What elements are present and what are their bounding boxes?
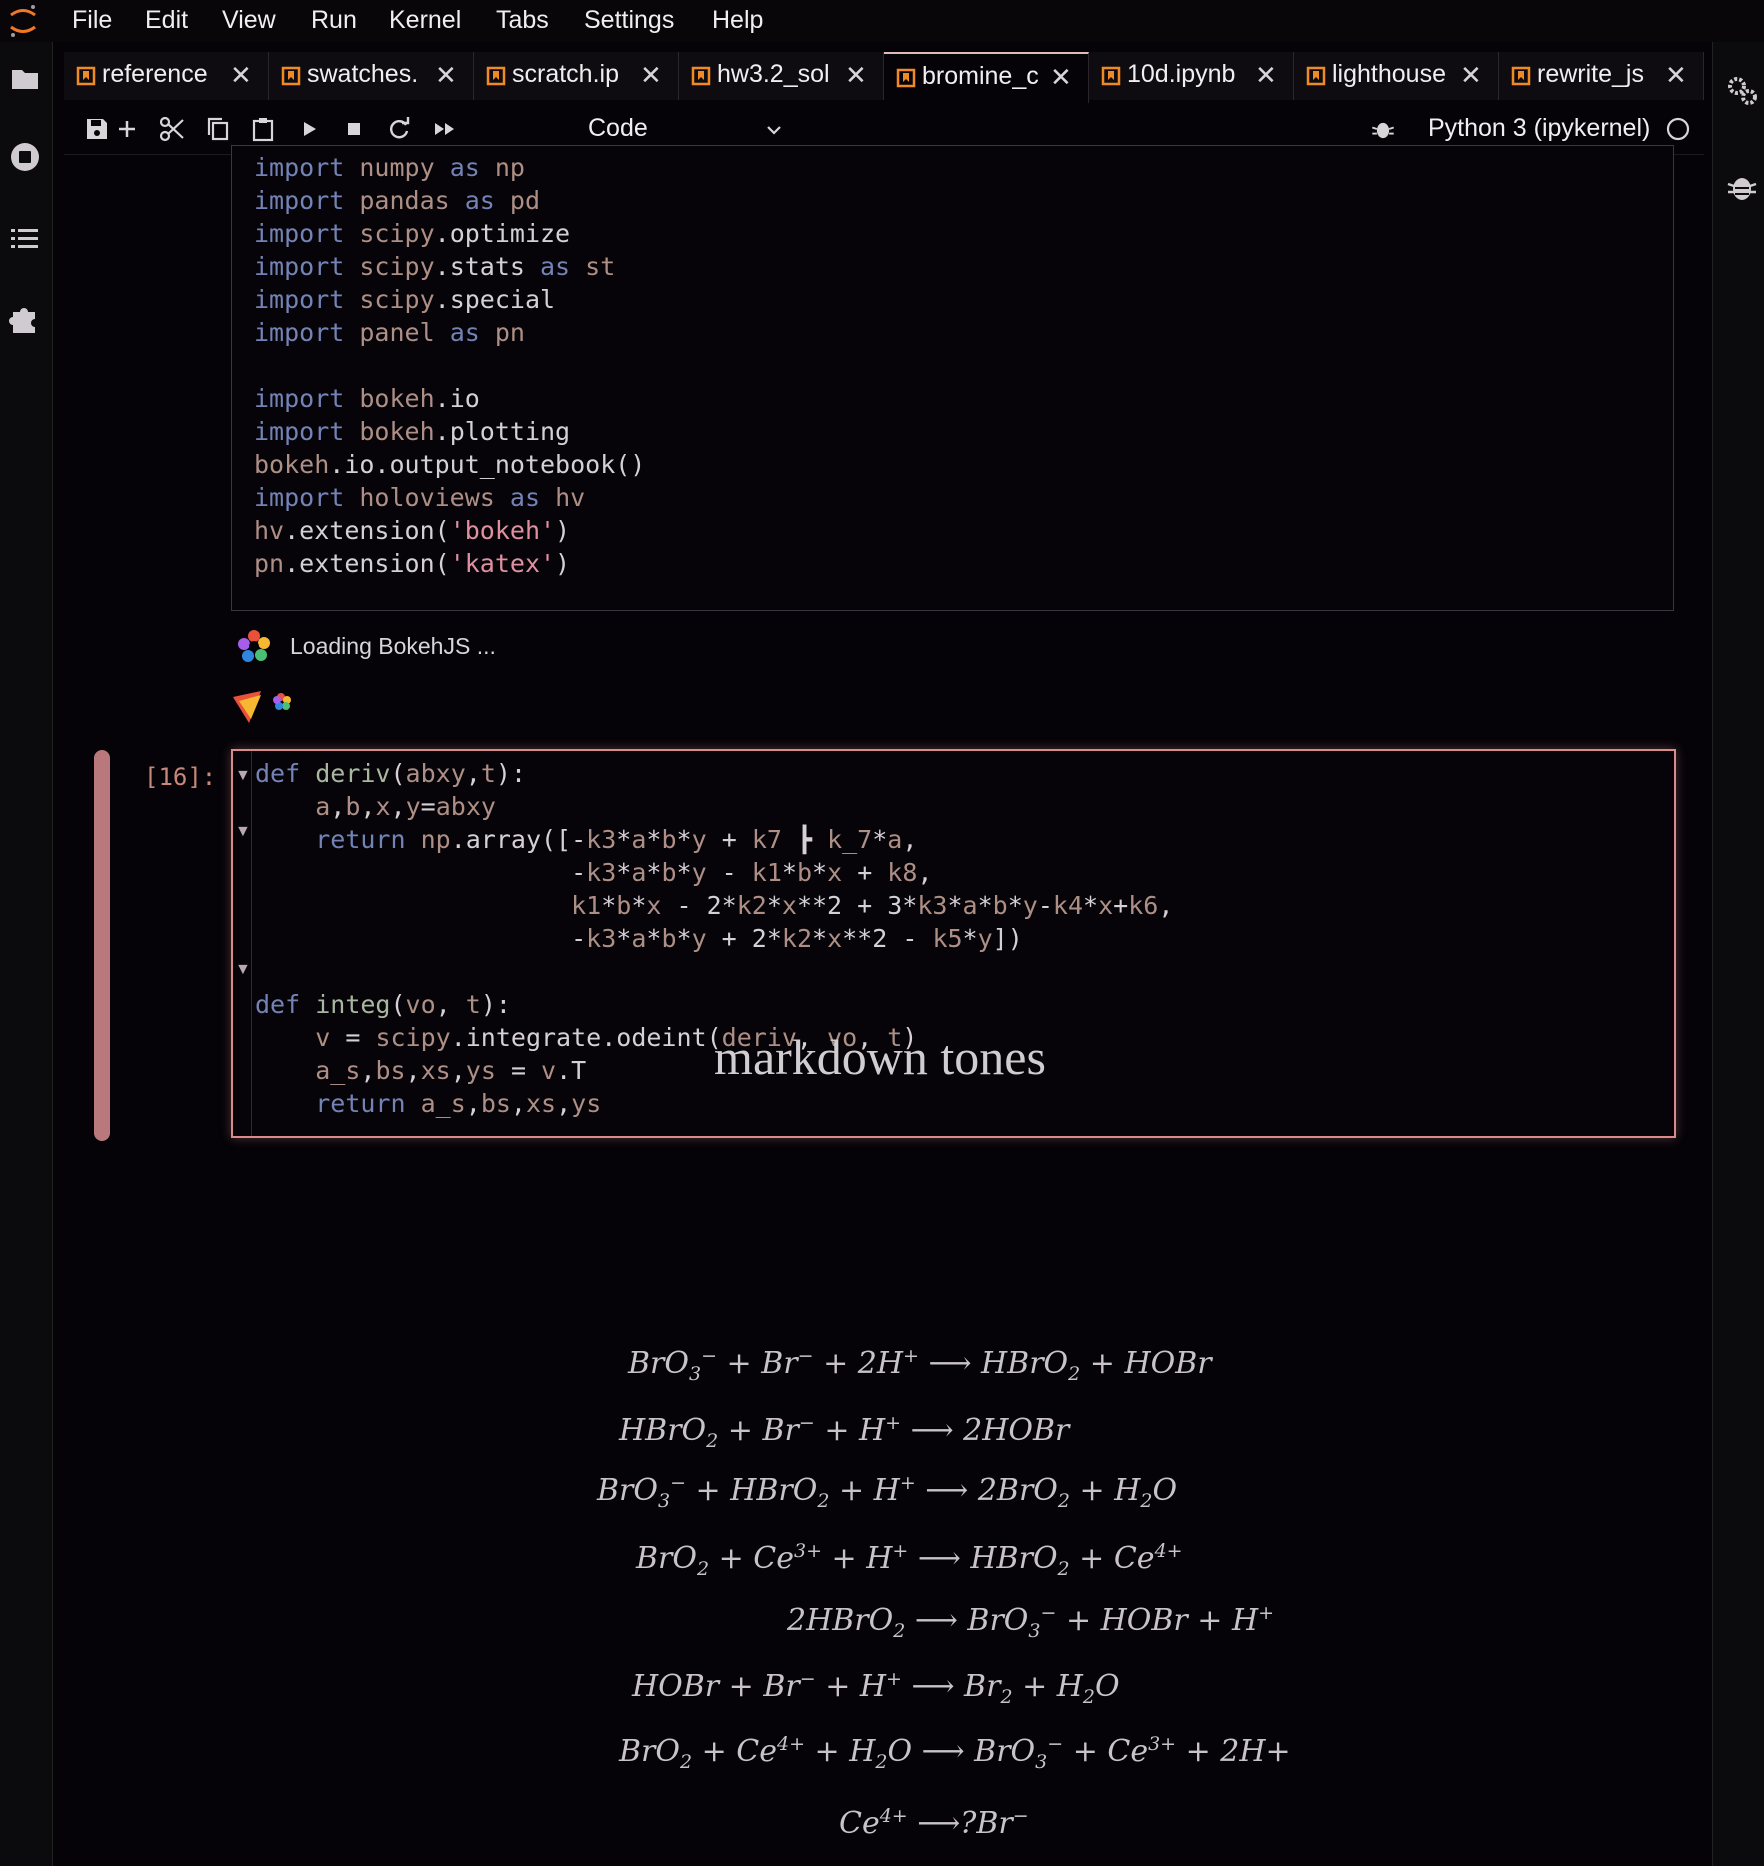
- tab-bromine[interactable]: bromine_c ✕: [884, 52, 1089, 103]
- running-kernels-icon[interactable]: [8, 140, 42, 174]
- tab-label: swatches.: [307, 60, 419, 88]
- menu-edit[interactable]: Edit: [145, 6, 188, 35]
- copy-icon[interactable]: [203, 114, 233, 144]
- reaction-equation-3: BrO3− + HBrO2 + H+ ⟶ 2BrO2 + H2O: [597, 1472, 1178, 1512]
- table-of-contents-icon[interactable]: [8, 222, 42, 256]
- debugger-bug-icon[interactable]: [1725, 170, 1759, 204]
- notebook-icon: [1306, 66, 1326, 86]
- notebook-icon: [1101, 66, 1121, 86]
- tab-label: scratch.ip: [512, 60, 619, 88]
- reaction-equation-6: HOBr + Br− + H+ ⟶ Br2 + H2O: [632, 1668, 1120, 1708]
- tab-rewrite-js[interactable]: rewrite_js ✕: [1499, 52, 1704, 100]
- notebook-icon: [896, 68, 916, 88]
- paste-icon[interactable]: [248, 114, 278, 144]
- reaction-equation-5: 2HBrO2 ⟶ BrO3− + HOBr + H+: [787, 1602, 1275, 1642]
- tab-lighthouse[interactable]: lighthouse ✕: [1294, 52, 1499, 100]
- reaction-equation-4: BrO2 + Ce3+ + H+ ⟶ HBrO2 + Ce4+: [636, 1540, 1183, 1580]
- tab-hw3-2-sol[interactable]: hw3.2_sol ✕: [679, 52, 884, 100]
- kernel-name[interactable]: Python 3 (ipykernel): [1428, 114, 1650, 143]
- reaction-equation-7: BrO2 + Ce4+ + H2O ⟶ BrO3− + Ce3+ + 2H+: [619, 1733, 1291, 1773]
- menu-view[interactable]: View: [222, 6, 276, 35]
- close-icon[interactable]: ✕: [1050, 62, 1072, 93]
- cut-icon[interactable]: [157, 114, 187, 144]
- chevron-down-icon: [767, 126, 781, 135]
- close-icon[interactable]: ✕: [435, 60, 457, 91]
- reaction-equation-1: BrO3− + Br− + 2H+ ⟶ HBrO2 + HOBr: [628, 1345, 1212, 1385]
- right-sidebar: [1712, 42, 1764, 1866]
- kernel-status-idle-icon: [1666, 117, 1690, 141]
- cell-type-select[interactable]: Code: [574, 110, 794, 146]
- tab-scratch[interactable]: scratch.ip ✕: [474, 52, 679, 100]
- menu-file[interactable]: File: [72, 6, 112, 35]
- left-sidebar: [0, 42, 53, 1866]
- notebook-icon: [691, 66, 711, 86]
- tab-label: lighthouse: [1332, 60, 1446, 88]
- close-icon[interactable]: ✕: [1460, 60, 1482, 91]
- extensions-puzzle-icon[interactable]: [8, 302, 42, 336]
- notebook-icon: [76, 66, 96, 86]
- menu-bar: File Edit View Run Kernel Tabs Settings …: [0, 0, 1764, 42]
- folder-icon[interactable]: [8, 62, 42, 96]
- tab-reference[interactable]: reference ✕: [64, 52, 269, 100]
- tab-swatches[interactable]: swatches. ✕: [269, 52, 474, 100]
- tab-label: reference: [102, 60, 208, 88]
- holoviews-logo-icon: [233, 691, 291, 723]
- fast-forward-icon[interactable]: [430, 114, 460, 144]
- notebook-tab-bar: reference ✕ swatches. ✕ scratch.ip ✕ hw3…: [64, 52, 1704, 103]
- save-icon[interactable]: [82, 114, 112, 144]
- menu-settings[interactable]: Settings: [584, 6, 674, 35]
- menu-kernel[interactable]: Kernel: [389, 6, 461, 35]
- fold-arrow-icon[interactable]: ▼: [235, 961, 251, 979]
- loading-bokehjs-text: Loading BokehJS ...: [290, 633, 496, 659]
- tab-label: rewrite_js: [1537, 60, 1644, 88]
- notebook-icon: [281, 66, 301, 86]
- close-icon[interactable]: ✕: [1665, 60, 1687, 91]
- run-icon[interactable]: [294, 114, 324, 144]
- property-inspector-gears-icon[interactable]: [1725, 74, 1759, 108]
- close-icon[interactable]: ✕: [230, 60, 252, 91]
- reaction-equation-2: HBrO2 + Br− + H+ ⟶ 2HOBr: [619, 1412, 1070, 1452]
- close-icon[interactable]: ✕: [845, 60, 867, 91]
- close-icon[interactable]: ✕: [640, 60, 662, 91]
- restart-icon[interactable]: [384, 114, 414, 144]
- menu-help[interactable]: Help: [712, 6, 763, 35]
- tab-10d[interactable]: 10d.ipynb ✕: [1089, 52, 1294, 100]
- execution-count-prompt: [16]:: [144, 763, 217, 791]
- tab-label: 10d.ipynb: [1127, 60, 1236, 88]
- reaction-equation-8: Ce4+ ⟶?Br−: [839, 1805, 1029, 1841]
- notebook-icon: [1511, 66, 1531, 86]
- tab-label: bromine_c: [922, 62, 1039, 90]
- markdown-heading: markdown tones: [714, 1029, 1046, 1085]
- stop-icon[interactable]: [339, 114, 369, 144]
- code-cell-imports[interactable]: import numpy as np import pandas as pd i…: [231, 145, 1674, 611]
- jupyter-logo-icon: [10, 5, 36, 37]
- cell-type-value: Code: [588, 114, 648, 142]
- menu-run[interactable]: Run: [311, 6, 357, 35]
- fold-arrow-icon[interactable]: ▼: [235, 767, 251, 785]
- notebook-icon: [486, 66, 506, 86]
- fold-arrow-icon[interactable]: ▼: [235, 823, 251, 841]
- close-icon[interactable]: ✕: [1255, 60, 1277, 91]
- menu-tabs[interactable]: Tabs: [496, 6, 549, 35]
- add-cell-icon[interactable]: [112, 114, 142, 144]
- code-editor[interactable]: import numpy as np import pandas as pd i…: [254, 151, 645, 580]
- bokeh-logo-icon: [238, 630, 270, 662]
- kernel-debug-bug-icon[interactable]: [1370, 116, 1396, 142]
- tab-label: hw3.2_sol: [717, 60, 830, 88]
